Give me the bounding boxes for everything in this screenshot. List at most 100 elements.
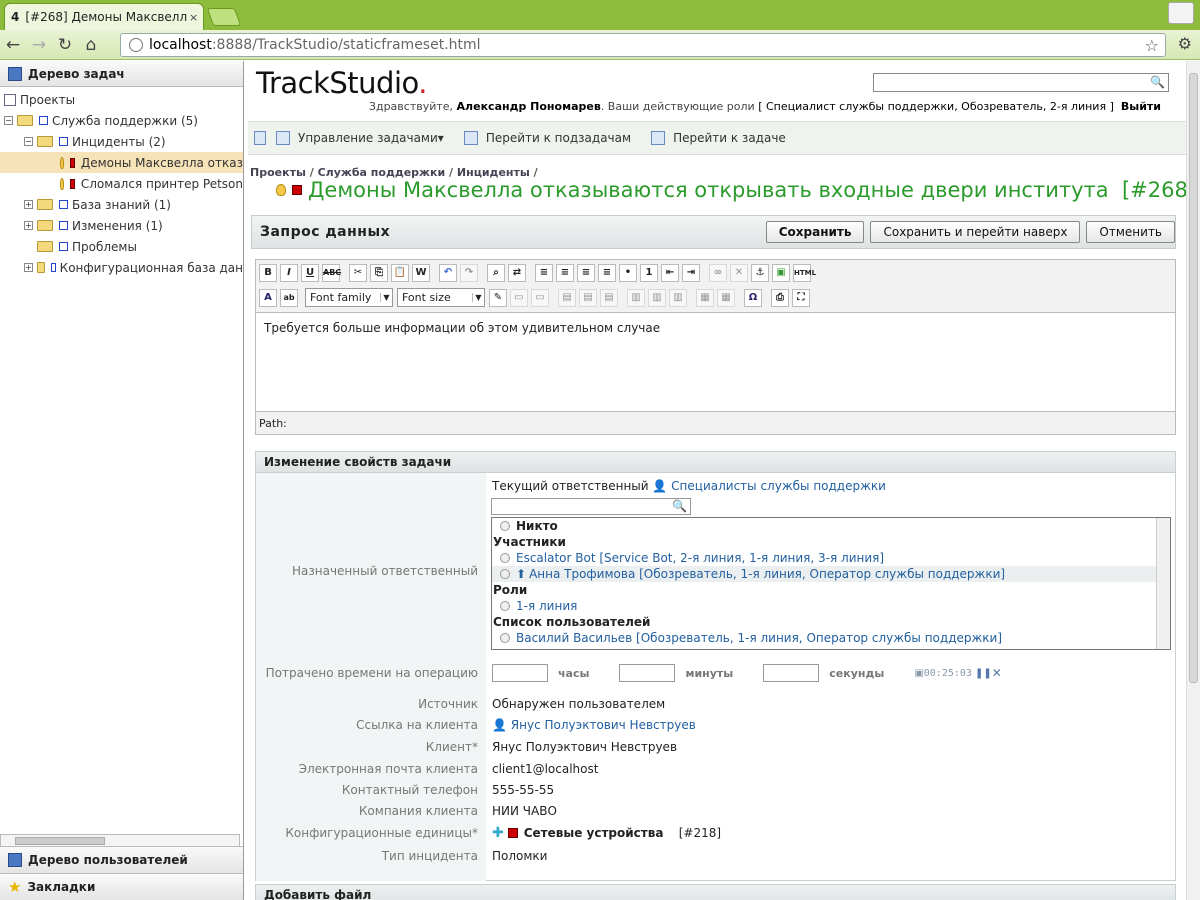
cut-icon[interactable]: ✂ xyxy=(349,263,367,282)
search-icon[interactable]: 🔍 xyxy=(1150,75,1165,89)
hours-input[interactable] xyxy=(492,664,548,682)
home-icon[interactable]: ⌂ xyxy=(78,35,104,55)
tree-node-problems[interactable]: Проблемы xyxy=(0,236,243,257)
find-icon[interactable]: ⌕ xyxy=(487,263,505,282)
expand-icon[interactable]: + xyxy=(24,221,33,230)
editor-content[interactable]: Требуется больше информации об этом удив… xyxy=(256,312,1175,412)
window-control-icon[interactable] xyxy=(1168,2,1194,24)
save-button[interactable]: Сохранить xyxy=(765,221,865,243)
outdent-icon[interactable]: ⇤ xyxy=(661,263,679,282)
expand-icon[interactable]: + xyxy=(24,263,33,272)
table-col-before-icon[interactable]: ▥ xyxy=(627,288,645,307)
tree-node-knowledge[interactable]: + База знаний (1) xyxy=(0,194,243,215)
tree-node-cmdb[interactable]: + Конфигурационная база дан xyxy=(0,257,243,278)
table-merge-icon[interactable]: ▤ xyxy=(600,288,618,307)
add-file-header[interactable]: Добавить файл xyxy=(255,884,1176,900)
list-item[interactable]: Никто xyxy=(492,518,1170,534)
table-icon[interactable]: ▦ xyxy=(696,288,714,307)
tab-close-icon[interactable]: × xyxy=(189,11,203,24)
copy-icon[interactable]: ⎘ xyxy=(370,263,388,282)
back-icon[interactable]: ← xyxy=(0,35,26,55)
scroll-thumb[interactable] xyxy=(1189,73,1198,683)
align-left-icon[interactable]: ≡ xyxy=(535,263,553,282)
responsible-search-input[interactable]: 🔍 xyxy=(491,498,691,515)
paste-icon[interactable]: 📋 xyxy=(391,263,409,282)
stop-icon[interactable]: ✕ xyxy=(992,666,1002,680)
bold-icon[interactable]: B xyxy=(259,263,277,282)
new-tab-button[interactable] xyxy=(206,8,242,26)
list-item[interactable]: Василий Васильев [Обозреватель, 1-я лини… xyxy=(492,630,1170,646)
forward-icon[interactable]: → xyxy=(26,35,52,55)
replace-icon[interactable]: ⇄ xyxy=(508,263,526,282)
goto-subtasks-button[interactable]: Перейти к подзадачам xyxy=(463,131,631,145)
tree-node-changes[interactable]: + Изменения (1) xyxy=(0,215,243,236)
goto-task-button[interactable]: Перейти к задаче xyxy=(651,131,786,145)
minutes-input[interactable] xyxy=(619,664,676,682)
redo-icon[interactable]: ↷ xyxy=(460,263,478,282)
url-bar[interactable]: localhost:8888/TrackStudio/staticframese… xyxy=(120,33,1166,57)
global-search-input[interactable]: 🔍 xyxy=(873,73,1169,92)
font-size-select[interactable]: Font size ▼ xyxy=(397,288,485,307)
highlight-color-icon[interactable]: ab xyxy=(280,288,298,307)
collapse-icon[interactable]: − xyxy=(24,137,33,146)
numbered-list-icon[interactable]: 1 xyxy=(640,263,658,282)
radio-button[interactable] xyxy=(500,633,510,643)
paste-word-icon[interactable]: W xyxy=(412,263,430,282)
print-icon[interactable]: ⎙ xyxy=(771,288,789,307)
list-item[interactable]: 1-я линия xyxy=(492,598,1170,614)
table-col-after-icon[interactable]: ▥ xyxy=(648,288,666,307)
bullet-list-icon[interactable]: • xyxy=(619,263,637,282)
task-tree-header[interactable]: Дерево задач xyxy=(0,61,243,87)
radio-button[interactable] xyxy=(500,569,510,579)
table-col-delete-icon[interactable]: ▥ xyxy=(669,288,687,307)
image-icon[interactable]: ▣ xyxy=(772,263,790,282)
indent-icon[interactable]: ⇥ xyxy=(682,263,700,282)
radio-button[interactable] xyxy=(500,601,510,611)
expand-icon[interactable]: + xyxy=(24,200,33,209)
page-scrollbar[interactable] xyxy=(1186,61,1200,900)
tree-node-projects[interactable]: Проекты xyxy=(0,89,243,110)
users-tree-header[interactable]: Дерево пользователей xyxy=(0,846,243,873)
html-icon[interactable]: HTML xyxy=(793,263,816,282)
tree-node-support[interactable]: − Служба поддержки (5) xyxy=(0,110,243,131)
align-justify-icon[interactable]: ≡ xyxy=(598,263,616,282)
link-icon[interactable]: ∞ xyxy=(709,263,727,282)
italic-icon[interactable]: I xyxy=(280,263,298,282)
undo-icon[interactable]: ↶ xyxy=(439,263,457,282)
list-item[interactable]: Escalator Bot [Service Bot, 2-я линия, 1… xyxy=(492,550,1170,566)
manage-tasks-menu[interactable]: Управление задачами ▾ xyxy=(276,131,444,145)
align-center-icon[interactable]: ≡ xyxy=(556,263,574,282)
save-and-up-button[interactable]: Сохранить и перейти наверх xyxy=(870,221,1081,243)
font-family-select[interactable]: Font family ▼ xyxy=(305,288,393,307)
strikethrough-icon[interactable]: ABC xyxy=(322,263,341,282)
client-link[interactable]: Янус Полуэктович Невструев xyxy=(511,718,696,732)
special-char-icon[interactable]: Ω xyxy=(744,288,762,307)
tree-node-printer[interactable]: Сломался принтер Petson xyxy=(0,173,243,194)
font-color-icon[interactable]: A xyxy=(259,288,277,307)
underline-icon[interactable]: U xyxy=(301,263,319,282)
tree-node-demons[interactable]: Демоны Максвелла отказ xyxy=(0,152,243,173)
bookmark-star-icon[interactable]: ☆ xyxy=(1145,36,1159,55)
listbox-scrollbar[interactable] xyxy=(1156,518,1170,649)
tree-node-incidents[interactable]: − Инциденты (2) xyxy=(0,131,243,152)
timer-icon[interactable]: ▣ xyxy=(914,668,923,679)
delete-row-icon[interactable]: ▭ xyxy=(531,288,549,307)
unlink-icon[interactable]: ✕ xyxy=(730,263,748,282)
cancel-button[interactable]: Отменить xyxy=(1086,221,1175,243)
responsible-listbox[interactable]: Никто Участники Escalator Bot [Service B… xyxy=(491,517,1171,650)
anchor-icon[interactable]: ⚓ xyxy=(751,263,769,282)
fullscreen-icon[interactable]: ⛶ xyxy=(792,288,810,307)
radio-button[interactable] xyxy=(500,553,510,563)
ci-value[interactable]: Сетевые устройства xyxy=(524,826,664,840)
collapse-panel-icon[interactable] xyxy=(254,131,266,145)
browser-tab[interactable]: 4 [#268] Демоны Максвелл × xyxy=(4,3,204,30)
current-responsible-link[interactable]: Специалисты службы поддержки xyxy=(671,479,886,493)
wrench-icon[interactable]: ⚙ xyxy=(1178,34,1192,53)
radio-button[interactable] xyxy=(500,521,510,531)
scroll-thumb[interactable] xyxy=(15,837,105,845)
insert-row-icon[interactable]: ▭ xyxy=(510,288,528,307)
edit-css-icon[interactable]: ✎ xyxy=(489,288,507,307)
table-cell-props-icon[interactable]: ▤ xyxy=(579,288,597,307)
search-icon[interactable]: 🔍 xyxy=(672,499,687,513)
collapse-icon[interactable]: − xyxy=(4,116,13,125)
